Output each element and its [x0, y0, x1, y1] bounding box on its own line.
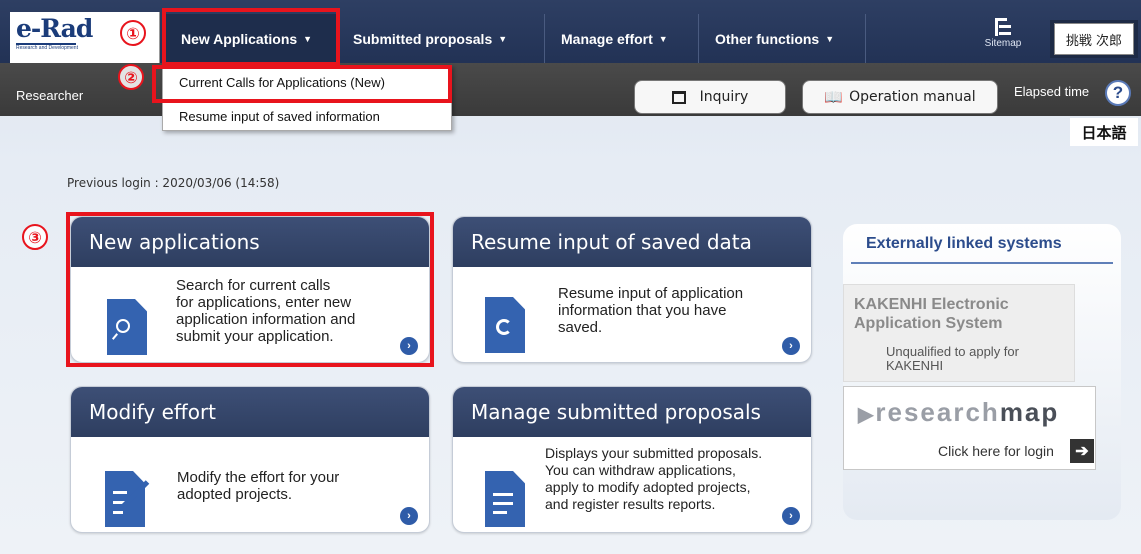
sitemap-button[interactable]: Sitemap	[976, 18, 1030, 49]
doc-line	[113, 511, 123, 514]
card-line: You can withdraw applications,	[545, 462, 736, 478]
book-icon: 📖	[824, 88, 844, 106]
kakenhi-title-line: Application System	[854, 315, 1003, 332]
refresh-icon	[496, 319, 512, 335]
window-icon	[671, 90, 686, 104]
doc-line	[113, 491, 127, 494]
help-icon[interactable]: ?	[1105, 80, 1131, 106]
play-icon: ▶	[858, 404, 876, 426]
card-line: apply to modify adopted projects,	[545, 479, 751, 495]
card-title: Modify effort	[71, 387, 429, 437]
researchmap-banner[interactable]: ▶researchmap Click here for login ➔	[843, 386, 1096, 470]
doc-line	[493, 511, 507, 514]
previous-login: Previous login : 2020/03/06 (14:58)	[67, 176, 280, 190]
caret-down-icon: ▼	[825, 33, 835, 44]
arrow-right-icon[interactable]: ➔	[1070, 439, 1094, 463]
researchmap-logo-dark: map	[999, 397, 1060, 427]
inquiry-button[interactable]: Inquiry	[634, 80, 786, 114]
card-manage-submitted-proposals[interactable]: Manage submitted proposals Displays your…	[452, 386, 812, 533]
language-switch[interactable]: 日本語	[1070, 118, 1138, 146]
caret-down-icon: ▼	[658, 33, 668, 44]
card-resume-input[interactable]: Resume input of saved data Resume input …	[452, 216, 812, 363]
step-3-marker: ③	[22, 224, 48, 250]
nav-other-functions[interactable]: Other functions ▼	[698, 14, 866, 63]
externally-linked-title: Externally linked systems	[866, 235, 1062, 252]
chevron-right-icon: ›	[400, 507, 418, 525]
card-line: Modify the effort for your	[177, 469, 340, 486]
card-line: and register results reports.	[545, 496, 716, 512]
nav-submitted-proposals-label: Submitted proposals	[353, 30, 493, 47]
card-line: Displays your submitted proposals.	[545, 445, 763, 461]
operation-manual-button[interactable]: 📖 Operation manual	[802, 80, 998, 114]
card-title: Manage submitted proposals	[453, 387, 811, 437]
kakenhi-note: KAKENHI	[886, 358, 944, 373]
card-line: Resume input of application	[558, 285, 744, 302]
researchmap-logo-light: research	[875, 397, 1000, 427]
annotation-box-step2	[152, 65, 452, 103]
sitemap-icon	[995, 18, 1011, 36]
operation-manual-label: Operation manual	[849, 89, 976, 105]
elapsed-time-label: Elapsed time	[1014, 84, 1090, 99]
nav-manage-effort[interactable]: Manage effort ▼	[544, 14, 698, 63]
card-line: saved.	[558, 319, 603, 336]
sitemap-label: Sitemap	[984, 38, 1022, 49]
step-2-marker: ②	[118, 64, 144, 90]
card-title: Resume input of saved data	[453, 217, 811, 267]
nav-manage-effort-label: Manage effort	[561, 30, 653, 47]
caret-down-icon: ▼	[498, 33, 508, 44]
chevron-right-icon: ›	[782, 507, 800, 525]
card-modify-effort[interactable]: Modify effort Modify the effort for your…	[70, 386, 430, 533]
document-list-icon	[485, 471, 525, 527]
logo-text: e-Rad	[16, 14, 93, 43]
researchmap-login-link[interactable]: Click here for login	[938, 443, 1054, 459]
role-label: Researcher	[16, 88, 84, 103]
username-display[interactable]: 挑戦 次郎	[1054, 23, 1134, 55]
doc-line	[493, 493, 513, 496]
nav-other-functions-label: Other functions	[715, 30, 820, 47]
menu-item-resume-input[interactable]: Resume input of saved information	[179, 109, 380, 124]
step-1-marker: ①	[120, 20, 146, 46]
annotation-box-step1	[162, 8, 340, 66]
kakenhi-note: Unqualified to apply for	[886, 344, 1019, 359]
annotation-box-step3	[66, 212, 434, 367]
researchmap-logo: ▶researchmap	[858, 397, 1059, 428]
logo-subtitle: Research and Development	[16, 45, 78, 51]
nav-submitted-proposals[interactable]: Submitted proposals ▼	[336, 14, 544, 63]
divider	[851, 262, 1113, 264]
card-line: adopted projects.	[177, 486, 293, 503]
chevron-right-icon: ›	[782, 337, 800, 355]
kakenhi-banner: KAKENHI Electronic Application System Un…	[843, 284, 1075, 382]
kakenhi-title-line: KAKENHI Electronic	[854, 296, 1009, 313]
doc-line	[493, 502, 513, 505]
card-line: information that you have	[558, 302, 727, 319]
inquiry-label: Inquiry	[699, 89, 749, 105]
